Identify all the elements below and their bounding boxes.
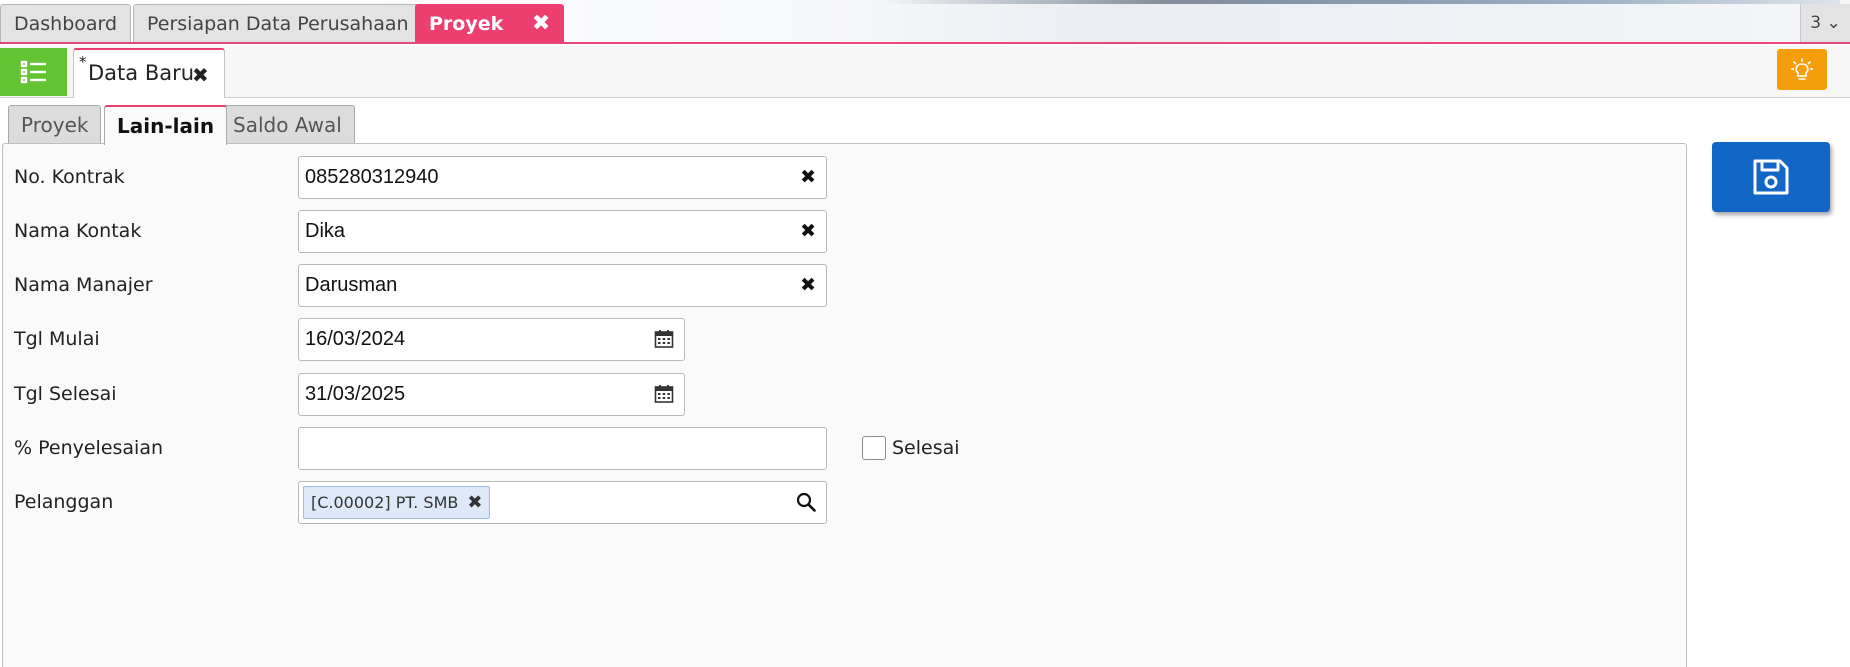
tgl-mulai-value: 16/03/2024 — [305, 328, 406, 350]
form-panel — [2, 143, 1687, 667]
tab-label: Proyek — [21, 113, 89, 137]
no-kontrak-label: No. Kontrak — [14, 166, 125, 188]
tab-saldo-awal[interactable]: Saldo Awal — [220, 105, 355, 144]
pelanggan-chip-text: [C.00002] PT. SMB — [311, 493, 459, 512]
tgl-mulai-field[interactable]: 16/03/2024 — [298, 318, 685, 361]
no-kontrak-value: 085280312940 — [305, 166, 439, 188]
window-tab-label: Proyek — [429, 13, 504, 35]
document-tab-title: Data Baru — [88, 61, 195, 85]
window-tab-proyek[interactable]: Proyek ✖ — [415, 4, 565, 42]
header-decoration — [880, 0, 1840, 4]
window-tab-strip: Dashboard Persiapan Data Perusahaan Proy… — [0, 0, 1850, 44]
tab-count-label: 3 — [1810, 13, 1822, 33]
tgl-selesai-value: 31/03/2025 — [305, 383, 406, 405]
save-button[interactable] — [1712, 142, 1830, 212]
document-toolbar: * Data Baru ✖ — [0, 46, 1850, 98]
no-kontrak-field[interactable]: 085280312940 ✖ — [298, 156, 827, 199]
tips-button[interactable] — [1777, 49, 1827, 90]
selesai-checkbox-group: Selesai — [862, 436, 960, 460]
search-icon[interactable] — [796, 492, 816, 516]
tab-label: Lain-lain — [117, 114, 215, 138]
window-tab-persiapan-data[interactable]: Persiapan Data Perusahaan — [133, 4, 423, 42]
tab-count-dropdown[interactable]: 3 ⌄ — [1800, 4, 1850, 42]
list-icon — [20, 60, 46, 84]
pelanggan-label: Pelanggan — [14, 491, 114, 513]
clear-icon[interactable]: ✖ — [800, 274, 816, 296]
floppy-disk-icon — [1753, 159, 1789, 195]
tab-label: Saldo Awal — [233, 113, 342, 137]
penyelesaian-field[interactable] — [298, 427, 827, 470]
document-tab-data-baru[interactable]: * Data Baru ✖ — [73, 48, 225, 98]
penyelesaian-label: % Penyelesaian — [14, 437, 164, 459]
modified-indicator: * — [79, 53, 87, 71]
calendar-icon[interactable] — [654, 384, 674, 408]
pelanggan-field[interactable]: [C.00002] PT. SMB ✖ — [298, 481, 827, 524]
window-tab-dashboard[interactable]: Dashboard — [0, 4, 132, 42]
nama-manajer-field[interactable]: Darusman ✖ — [298, 264, 827, 307]
window-tab-label: Dashboard — [14, 13, 118, 35]
nama-manajer-label: Nama Manajer — [14, 274, 153, 296]
close-icon[interactable]: ✖ — [192, 63, 209, 87]
lightbulb-icon — [1791, 57, 1813, 80]
remove-chip-icon[interactable]: ✖ — [467, 492, 482, 513]
nama-kontak-label: Nama Kontak — [14, 220, 142, 242]
chevron-down-icon: ⌄ — [1826, 13, 1841, 33]
tgl-selesai-label: Tgl Selesai — [14, 383, 117, 405]
calendar-icon[interactable] — [654, 329, 674, 353]
clear-icon[interactable]: ✖ — [800, 166, 816, 188]
tab-lain-lain[interactable]: Lain-lain — [104, 105, 228, 145]
close-icon[interactable]: ✖ — [532, 11, 550, 36]
nama-kontak-field[interactable]: Dika ✖ — [298, 210, 827, 253]
selesai-checkbox[interactable] — [862, 436, 886, 460]
nama-kontak-value: Dika — [305, 220, 346, 242]
tab-proyek[interactable]: Proyek — [8, 105, 102, 144]
clear-icon[interactable]: ✖ — [800, 220, 816, 242]
pelanggan-chip: [C.00002] PT. SMB ✖ — [303, 486, 491, 519]
tgl-mulai-label: Tgl Mulai — [14, 328, 100, 350]
window-tab-label: Persiapan Data Perusahaan — [147, 13, 409, 35]
tgl-selesai-field[interactable]: 31/03/2025 — [298, 373, 685, 416]
menu-button[interactable] — [0, 48, 67, 96]
nama-manajer-value: Darusman — [305, 274, 398, 296]
selesai-label: Selesai — [892, 437, 960, 459]
